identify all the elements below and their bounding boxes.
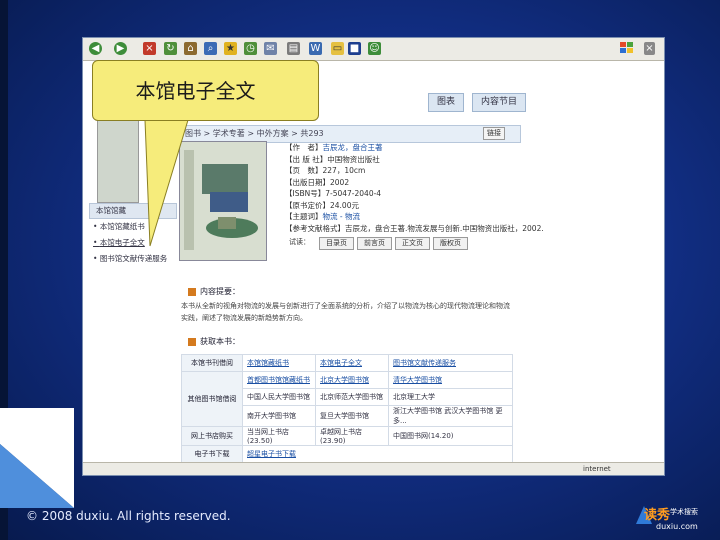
link-button[interactable]: 链接 <box>483 127 505 140</box>
logo-url: duxiu.com <box>656 522 698 531</box>
table-cell[interactable]: 北京理工大学 <box>388 388 513 406</box>
info-line: 【作 者】吉辰龙，盘合王著 <box>285 143 383 152</box>
table-cell[interactable]: 图书馆文献传递服务 <box>388 354 513 372</box>
table-row: 网上书店购买 当当网上书店(23.50) 卓越网上书店(23.90) 中国图书网… <box>181 426 513 446</box>
info-line: 【主题词】物流 - 物流 <box>285 212 360 221</box>
row-label: 本馆书刊借阅 <box>181 354 243 372</box>
table-row: 电子书下载 超星电子书下载 <box>181 445 513 463</box>
back-icon[interactable]: ◀ <box>89 42 102 55</box>
refresh-icon[interactable]: ↻ <box>164 42 177 55</box>
forward-icon[interactable]: ▶ <box>114 42 127 55</box>
table-cell[interactable]: 南开大学图书馆 <box>242 405 316 427</box>
info-line: 【原书定价】24.00元 <box>285 200 359 210</box>
table-cell[interactable]: 超星电子书下载 <box>242 445 513 463</box>
info-line: 【出版日期】2002 <box>285 177 350 187</box>
folder-icon[interactable]: ▭ <box>331 42 344 55</box>
table-cell[interactable]: 北京大学图书馆 <box>315 371 389 389</box>
status-right: internet <box>583 465 611 473</box>
info-line: 【出 版 社】中国物资出版社 <box>285 154 380 164</box>
toc-page-button[interactable]: 目录页 <box>319 237 354 250</box>
info-line: 【参考文献格式】吉辰龙，盘合王著.物流发展与创新.中国物资出版社，2002. <box>285 223 544 233</box>
windows-logo-icon <box>620 42 633 53</box>
status-bar: internet <box>83 462 664 475</box>
table-cell[interactable]: 清华大学图书馆 <box>388 371 513 389</box>
callout-box: 本馆电子全文 <box>92 60 319 121</box>
browser-toolbar: ◀ ▶ × ↻ ⌂ ⌕ ★ ◷ ✉ ▤ W ▭ ■ ☺ × <box>83 38 664 61</box>
table-cell[interactable]: 中国人民大学图书馆 <box>242 388 316 406</box>
table-cell[interactable]: 中国图书网(14.20) <box>388 426 513 446</box>
sources-table: 本馆书刊借阅 本馆馆藏纸书 本馆电子全文 图书馆文献传递服务 其他图书馆借阅 首… <box>181 354 513 463</box>
section-icon <box>188 337 196 346</box>
row-label: 电子书下载 <box>181 445 243 463</box>
book-thumbnail <box>97 111 139 203</box>
book-cover <box>179 141 267 261</box>
table-row: 其他图书馆借阅 首都图书馆馆藏纸书 北京大学图书馆 清华大学图书馆 <box>181 371 513 427</box>
body-page-button[interactable]: 正文页 <box>395 237 430 250</box>
logo-sub: 学术搜索 <box>670 508 698 516</box>
search-icon[interactable]: ⌕ <box>204 42 217 55</box>
table-cell[interactable]: 北京师范大学图书馆 <box>315 388 389 406</box>
edit-icon[interactable]: W <box>309 42 322 55</box>
duxiu-logo: 读秀 学术搜索 duxiu.com <box>634 500 712 534</box>
table-cell[interactable]: 卓越网上书店(23.90) <box>315 426 389 446</box>
read-label: 试读： <box>289 238 310 246</box>
close-icon[interactable]: × <box>644 42 655 55</box>
table-row: 本馆书刊借阅 本馆馆藏纸书 本馆电子全文 图书馆文献传递服务 <box>181 354 513 372</box>
print-icon[interactable]: ▤ <box>287 42 300 55</box>
book-cover-art <box>180 142 266 260</box>
favorites-icon[interactable]: ★ <box>224 42 237 55</box>
summary-title: 内容提要： <box>188 286 240 297</box>
preface-page-button[interactable]: 前言页 <box>357 237 392 250</box>
tab-chart[interactable]: 图表 <box>428 93 464 112</box>
row-label: 其他图书馆借阅 <box>181 371 243 427</box>
left-nav-item-ebook[interactable]: • 本馆电子全文 <box>89 235 177 251</box>
section-icon <box>188 287 196 296</box>
tab-contents[interactable]: 内容节目 <box>472 93 526 112</box>
table-cell[interactable]: 首都图书馆馆藏纸书 <box>242 371 316 389</box>
table-cell[interactable]: 本馆电子全文 <box>315 354 389 372</box>
row-label: 网上书店购买 <box>181 426 243 446</box>
info-line: 【页 数】227，10cm <box>285 166 366 175</box>
copyright-footer: © 2008 duxiu. All rights reserved. <box>26 509 231 523</box>
discuss-icon[interactable]: ■ <box>348 42 361 55</box>
summary-text: 本书从全新的视角对物流的发展与创新进行了全面系统的分析，介绍了以物流为核心的现代… <box>181 302 510 322</box>
copyright-page-button[interactable]: 版权页 <box>433 237 468 250</box>
book-info: 【作 者】吉辰龙，盘合王著 【出 版 社】中国物资出版社 【页 数】227，10… <box>285 142 615 234</box>
home-icon[interactable]: ⌂ <box>184 42 197 55</box>
left-nav-item-delivery[interactable]: • 图书馆文献传递服务 <box>89 251 177 267</box>
page-fold-decoration <box>0 408 74 508</box>
left-nav: 本馆馆藏 • 本馆馆藏纸书 • 本馆电子全文 • 图书馆文献传递服务 <box>89 203 177 267</box>
mail-icon[interactable]: ✉ <box>264 42 277 55</box>
messenger-icon[interactable]: ☺ <box>368 42 381 55</box>
left-nav-header: 本馆馆藏 <box>89 203 177 219</box>
left-nav-item-paper[interactable]: • 本馆馆藏纸书 <box>89 219 177 235</box>
logo-main: 读秀 <box>644 508 671 523</box>
info-line: 【ISBN号】7-5047-2040-4 <box>285 189 382 198</box>
table-cell[interactable]: 浙江大学图书馆 武汉大学图书馆 更多... <box>388 405 513 427</box>
history-icon[interactable]: ◷ <box>244 42 257 55</box>
table-cell[interactable]: 本馆馆藏纸书 <box>242 354 316 372</box>
table-cell[interactable]: 当当网上书店(23.50) <box>242 426 316 446</box>
table-cell[interactable]: 复旦大学图书馆 <box>315 405 389 427</box>
stop-icon[interactable]: × <box>143 42 156 55</box>
sources-title: 获取本书： <box>188 336 240 347</box>
